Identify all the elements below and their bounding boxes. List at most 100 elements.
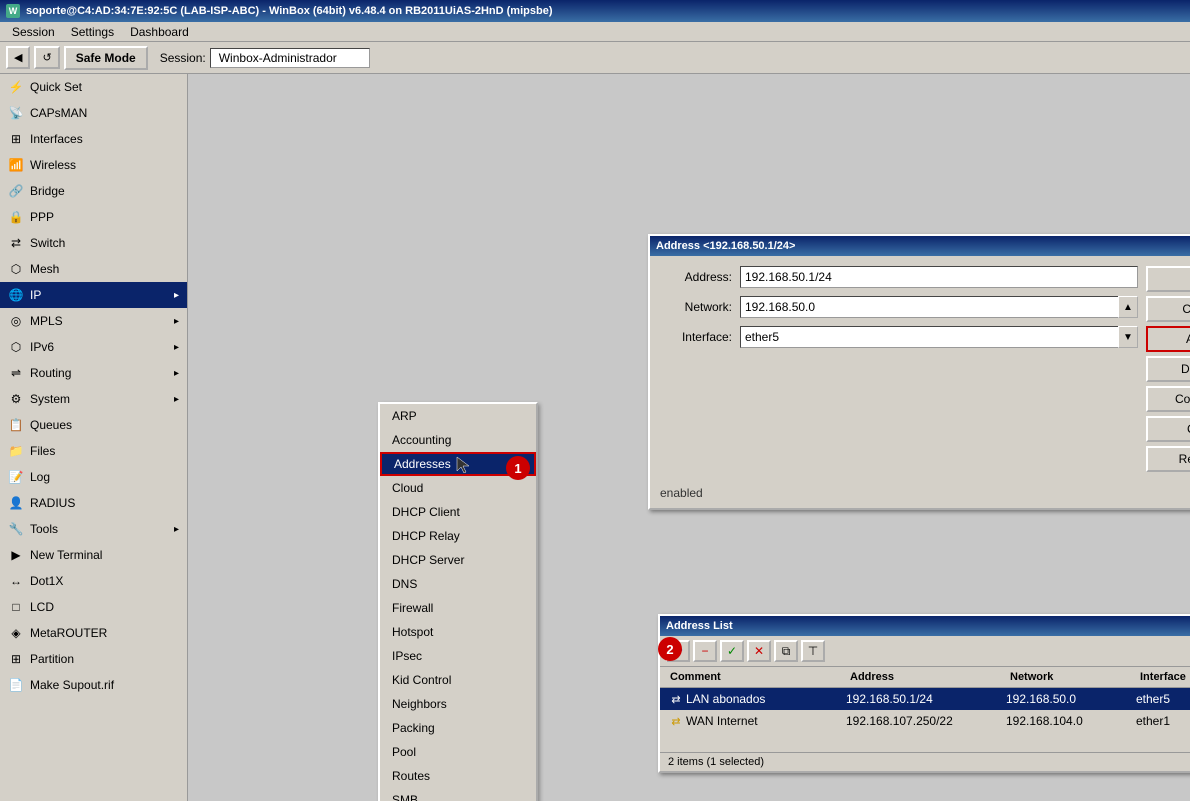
menu-session[interactable]: Session <box>4 23 63 41</box>
sidebar-item-radius[interactable]: 👤 RADIUS <box>0 490 187 516</box>
menu-dashboard[interactable]: Dashboard <box>122 23 197 41</box>
header-comment[interactable]: Comment <box>666 669 846 685</box>
header-network[interactable]: Network <box>1006 669 1136 685</box>
sidebar-item-dot1x[interactable]: ↔ Dot1X <box>0 568 187 594</box>
copy-button[interactable]: Copy <box>1146 416 1190 442</box>
sidebar-label-log: Log <box>30 470 50 484</box>
disable-list-button[interactable]: ✕ <box>747 640 771 662</box>
safe-mode-button[interactable]: Safe Mode <box>64 46 148 70</box>
submenu-packing[interactable]: Packing <box>380 716 536 740</box>
sidebar-label-partition: Partition <box>30 652 74 666</box>
dot1x-icon: ↔ <box>8 573 24 589</box>
apply-button[interactable]: Apply <box>1146 326 1190 352</box>
system-icon: ⚙ <box>8 391 24 407</box>
cancel-button[interactable]: Cancel <box>1146 296 1190 322</box>
ok-button[interactable]: OK <box>1146 266 1190 292</box>
submenu-accounting[interactable]: Accounting <box>380 428 536 452</box>
sidebar-item-mpls[interactable]: ◎ MPLS <box>0 308 187 334</box>
network-field-container: ▲ <box>740 296 1138 318</box>
delete-button[interactable]: − <box>693 640 717 662</box>
sidebar-item-ipv6[interactable]: ⬡ IPv6 <box>0 334 187 360</box>
sidebar-item-wireless[interactable]: 📶 Wireless <box>0 152 187 178</box>
interface-dropdown-btn[interactable]: ▼ <box>1118 326 1138 348</box>
submenu-dns[interactable]: DNS <box>380 572 536 596</box>
interface-input[interactable] <box>740 326 1118 348</box>
submenu-cloud[interactable]: Cloud <box>380 476 536 500</box>
sidebar-label-mesh: Mesh <box>30 262 59 276</box>
row-interface-2: ether1 <box>1136 714 1190 728</box>
sidebar: ⚡ Quick Set 📡 CAPsMAN ⊞ Interfaces 📶 Wir… <box>0 74 188 801</box>
menu-settings[interactable]: Settings <box>63 23 122 41</box>
submenu-dhcp-relay[interactable]: DHCP Relay <box>380 524 536 548</box>
sidebar-item-files[interactable]: 📁 Files <box>0 438 187 464</box>
submenu-routes[interactable]: Routes <box>380 764 536 788</box>
sidebar-item-partition[interactable]: ⊞ Partition <box>0 646 187 672</box>
menu-bar: Session Settings Dashboard <box>0 22 1190 42</box>
sidebar-label-metarouter: MetaROUTER <box>30 626 107 640</box>
list-footer: 2 items (1 selected) <box>660 752 1190 771</box>
comment-button[interactable]: Comment <box>1146 386 1190 412</box>
sidebar-item-ppp[interactable]: 🔒 PPP <box>0 204 187 230</box>
header-address[interactable]: Address <box>846 669 1006 685</box>
table-row[interactable]: ⇄ LAN abonados 192.168.50.1/24 192.168.5… <box>660 688 1190 710</box>
sidebar-item-metarouter[interactable]: ◈ MetaROUTER <box>0 620 187 646</box>
submenu-kid-control[interactable]: Kid Control <box>380 668 536 692</box>
submenu-hotspot[interactable]: Hotspot <box>380 620 536 644</box>
sidebar-item-routing[interactable]: ⇌ Routing <box>0 360 187 386</box>
network-field-row: Network: ▲ <box>660 296 1138 318</box>
sidebar-label-system: System <box>30 392 70 406</box>
enable-button[interactable]: ✓ <box>720 640 744 662</box>
submenu-firewall[interactable]: Firewall <box>380 596 536 620</box>
sidebar-item-lcd[interactable]: □ LCD <box>0 594 187 620</box>
sidebar-label-wireless: Wireless <box>30 158 76 172</box>
submenu-dhcp-client[interactable]: DHCP Client <box>380 500 536 524</box>
header-interface[interactable]: Interface <box>1136 669 1190 685</box>
sidebar-label-mpls: MPLS <box>30 314 63 328</box>
interface-label: Interface: <box>660 330 740 344</box>
sidebar-item-system[interactable]: ⚙ System <box>0 386 187 412</box>
submenu-pool[interactable]: Pool <box>380 740 536 764</box>
sidebar-item-mesh[interactable]: ⬡ Mesh <box>0 256 187 282</box>
network-dropdown-btn[interactable]: ▲ <box>1118 296 1138 318</box>
sidebar-item-switch[interactable]: ⇄ Switch <box>0 230 187 256</box>
sidebar-label-interfaces: Interfaces <box>30 132 83 146</box>
network-input[interactable] <box>740 296 1118 318</box>
metarouter-icon: ◈ <box>8 625 24 641</box>
addrlist-titlebar: Address List _ □ ✕ <box>660 616 1190 636</box>
address-dialog: Address <192.168.50.1/24> _ □ ✕ Address:… <box>648 234 1190 510</box>
sidebar-item-queues[interactable]: 📋 Queues <box>0 412 187 438</box>
capsman-icon: 📡 <box>8 105 24 121</box>
sidebar-label-ipv6: IPv6 <box>30 340 54 354</box>
submenu-smb[interactable]: SMB <box>380 788 536 801</box>
row-address-2: 192.168.107.250/22 <box>846 714 1006 728</box>
sidebar-item-tools[interactable]: 🔧 Tools <box>0 516 187 542</box>
address-input[interactable]: 192.168.50.1/24 <box>740 266 1138 288</box>
submenu-dhcp-server[interactable]: DHCP Server <box>380 548 536 572</box>
back-button[interactable]: ◀ <box>6 46 30 69</box>
lcd-icon: □ <box>8 599 24 615</box>
copy-list-button[interactable]: ⧉ <box>774 640 798 662</box>
submenu-ipsec[interactable]: IPsec <box>380 644 536 668</box>
sidebar-label-queues: Queues <box>30 418 72 432</box>
title-bar: W soporte@C4:AD:34:7E:92:5C (LAB-ISP-ABC… <box>0 0 1190 22</box>
remove-button[interactable]: Remove <box>1146 446 1190 472</box>
table-row[interactable]: ⇄ WAN Internet 192.168.107.250/22 192.16… <box>660 710 1190 732</box>
sidebar-item-quick-set[interactable]: ⚡ Quick Set <box>0 74 187 100</box>
badge-1: 1 <box>506 456 530 480</box>
ipv6-icon: ⬡ <box>8 339 24 355</box>
sidebar-item-capsman[interactable]: 📡 CAPsMAN <box>0 100 187 126</box>
log-icon: 📝 <box>8 469 24 485</box>
sidebar-item-log[interactable]: 📝 Log <box>0 464 187 490</box>
title-text: soporte@C4:AD:34:7E:92:5C (LAB-ISP-ABC) … <box>26 5 553 17</box>
filter-button[interactable]: ⊤ <box>801 640 825 662</box>
sidebar-item-bridge[interactable]: 🔗 Bridge <box>0 178 187 204</box>
submenu-arp[interactable]: ARP <box>380 404 536 428</box>
disable-button[interactable]: Disable <box>1146 356 1190 382</box>
sidebar-item-new-terminal[interactable]: ▶ New Terminal <box>0 542 187 568</box>
sidebar-item-make-supout[interactable]: 📄 Make Supout.rif <box>0 672 187 698</box>
refresh-button[interactable]: ↺ <box>34 46 59 69</box>
addr-dialog-title: Address <192.168.50.1/24> <box>654 240 1190 252</box>
submenu-neighbors[interactable]: Neighbors <box>380 692 536 716</box>
sidebar-item-ip[interactable]: 🌐 IP <box>0 282 187 308</box>
sidebar-item-interfaces[interactable]: ⊞ Interfaces <box>0 126 187 152</box>
